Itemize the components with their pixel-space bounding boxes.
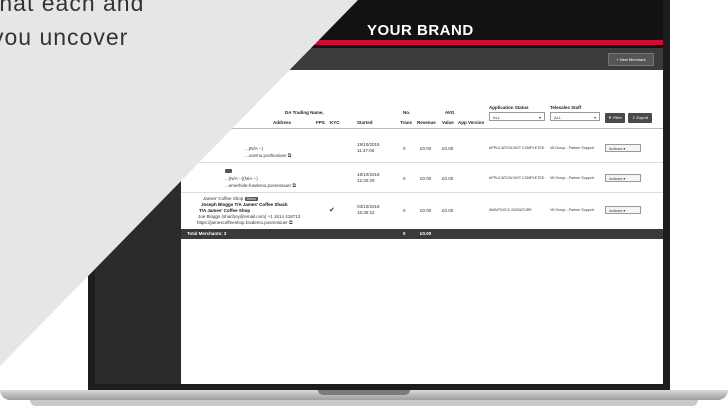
overlay-panel-tip	[0, 360, 6, 366]
headline-line-2: you uncover	[0, 24, 129, 50]
diagonal-overlay	[0, 0, 358, 366]
headline-line-1: that each and	[0, 0, 145, 16]
overlay-panel	[0, 0, 358, 360]
